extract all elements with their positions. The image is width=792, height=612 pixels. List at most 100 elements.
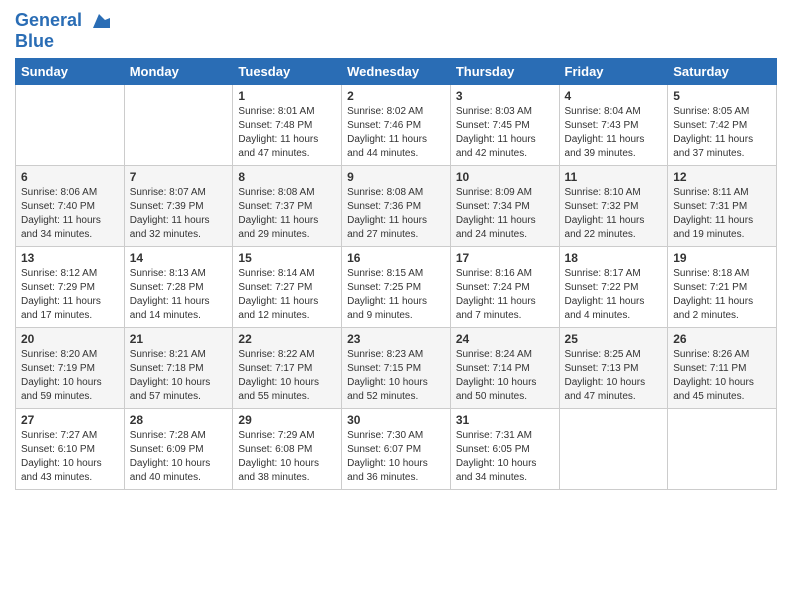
header-row: SundayMondayTuesdayWednesdayThursdayFrid… [16, 58, 777, 84]
day-info: Sunrise: 8:15 AMSunset: 7:25 PMDaylight:… [347, 267, 445, 323]
calendar-cell: 19 Sunrise: 8:18 AMSunset: 7:21 PMDayligh… [668, 246, 777, 327]
day-info: Sunrise: 7:31 AMSunset: 6:05 PMDaylight:… [456, 429, 554, 485]
weekday-header-sunday: Sunday [16, 58, 125, 84]
day-number: 7 [130, 170, 228, 184]
day-number: 18 [565, 251, 663, 265]
weekday-header-wednesday: Wednesday [342, 58, 451, 84]
day-number: 5 [673, 89, 771, 103]
day-number: 19 [673, 251, 771, 265]
logo-text: General [15, 10, 111, 32]
week-row-3: 20Sunrise: 8:20 AMSunset: 7:19 PMDayligh… [16, 327, 777, 408]
day-number: 16 [347, 251, 445, 265]
calendar-body: 1 Sunrise: 8:01 AMSunset: 7:48 PMDaylight… [16, 84, 777, 489]
day-number: 31 [456, 413, 554, 427]
calendar-cell: 11 Sunrise: 8:10 AMSunset: 7:32 PMDayligh… [559, 165, 668, 246]
day-info: Sunrise: 8:14 AMSunset: 7:27 PMDaylight:… [238, 267, 336, 323]
calendar-cell: 30 Sunrise: 7:30 AMSunset: 6:07 PMDayligh… [342, 408, 451, 489]
day-info: Sunrise: 8:13 AMSunset: 7:28 PMDaylight:… [130, 267, 228, 323]
day-number: 29 [238, 413, 336, 427]
calendar-cell [16, 84, 125, 165]
week-row-0: 1 Sunrise: 8:01 AMSunset: 7:48 PMDaylight… [16, 84, 777, 165]
day-number: 14 [130, 251, 228, 265]
weekday-header-tuesday: Tuesday [233, 58, 342, 84]
calendar-cell [559, 408, 668, 489]
weekday-header-thursday: Thursday [450, 58, 559, 84]
logo: General Blue [15, 10, 111, 52]
day-info: Sunrise: 8:02 AMSunset: 7:46 PMDaylight:… [347, 105, 445, 161]
calendar-cell: 9 Sunrise: 8:08 AMSunset: 7:36 PMDaylight… [342, 165, 451, 246]
day-info: Sunrise: 8:12 AMSunset: 7:29 PMDaylight:… [21, 267, 119, 323]
logo-general: General [15, 10, 82, 30]
calendar-cell: 27 Sunrise: 7:27 AMSunset: 6:10 PMDayligh… [16, 408, 125, 489]
calendar-cell: 14 Sunrise: 8:13 AMSunset: 7:28 PMDayligh… [124, 246, 233, 327]
calendar-cell: 7 Sunrise: 8:07 AMSunset: 7:39 PMDaylight… [124, 165, 233, 246]
day-number: 15 [238, 251, 336, 265]
day-info: Sunrise: 8:05 AMSunset: 7:42 PMDaylight:… [673, 105, 771, 161]
day-info: Sunrise: 8:08 AMSunset: 7:36 PMDaylight:… [347, 186, 445, 242]
day-number: 1 [238, 89, 336, 103]
calendar-cell: 17Sunrise: 8:16 AMSunset: 7:24 PMDayligh… [450, 246, 559, 327]
day-number: 25 [565, 332, 663, 346]
day-info: Sunrise: 8:17 AMSunset: 7:22 PMDaylight:… [565, 267, 663, 323]
calendar-cell: 18 Sunrise: 8:17 AMSunset: 7:22 PMDayligh… [559, 246, 668, 327]
weekday-header-saturday: Saturday [668, 58, 777, 84]
day-number: 22 [238, 332, 336, 346]
day-number: 8 [238, 170, 336, 184]
day-info: Sunrise: 8:11 AMSunset: 7:31 PMDaylight:… [673, 186, 771, 242]
day-info: Sunrise: 8:01 AMSunset: 7:48 PMDaylight:… [238, 105, 336, 161]
calendar-cell: 28Sunrise: 7:28 AMSunset: 6:09 PMDayligh… [124, 408, 233, 489]
day-number: 30 [347, 413, 445, 427]
calendar-cell: 4 Sunrise: 8:04 AMSunset: 7:43 PMDaylight… [559, 84, 668, 165]
day-number: 2 [347, 89, 445, 103]
day-info: Sunrise: 7:29 AMSunset: 6:08 PMDaylight:… [238, 429, 336, 485]
day-info: Sunrise: 8:09 AMSunset: 7:34 PMDaylight:… [456, 186, 554, 242]
calendar-cell: 10 Sunrise: 8:09 AMSunset: 7:34 PMDayligh… [450, 165, 559, 246]
calendar-cell: 22 Sunrise: 8:22 AMSunset: 7:17 PMDayligh… [233, 327, 342, 408]
logo-icon [88, 10, 110, 32]
weekday-header-friday: Friday [559, 58, 668, 84]
day-info: Sunrise: 8:24 AMSunset: 7:14 PMDaylight:… [456, 348, 554, 404]
calendar-cell: 21 Sunrise: 8:21 AMSunset: 7:18 PMDayligh… [124, 327, 233, 408]
calendar-cell: 31 Sunrise: 7:31 AMSunset: 6:05 PMDayligh… [450, 408, 559, 489]
day-number: 9 [347, 170, 445, 184]
day-info: Sunrise: 8:18 AMSunset: 7:21 PMDaylight:… [673, 267, 771, 323]
weekday-header-monday: Monday [124, 58, 233, 84]
day-number: 27 [21, 413, 119, 427]
day-number: 11 [565, 170, 663, 184]
day-info: Sunrise: 7:28 AMSunset: 6:09 PMDaylight:… [130, 429, 228, 485]
calendar-cell: 25Sunrise: 8:25 AMSunset: 7:13 PMDayligh… [559, 327, 668, 408]
day-number: 23 [347, 332, 445, 346]
day-info: Sunrise: 8:21 AMSunset: 7:18 PMDaylight:… [130, 348, 228, 404]
day-info: Sunrise: 7:27 AMSunset: 6:10 PMDaylight:… [21, 429, 119, 485]
day-number: 6 [21, 170, 119, 184]
week-row-2: 13 Sunrise: 8:12 AMSunset: 7:29 PMDayligh… [16, 246, 777, 327]
week-row-1: 6Sunrise: 8:06 AMSunset: 7:40 PMDaylight… [16, 165, 777, 246]
calendar-cell: 26 Sunrise: 8:26 AMSunset: 7:11 PMDayligh… [668, 327, 777, 408]
calendar-cell: 29 Sunrise: 7:29 AMSunset: 6:08 PMDayligh… [233, 408, 342, 489]
calendar-cell: 24Sunrise: 8:24 AMSunset: 7:14 PMDayligh… [450, 327, 559, 408]
calendar-cell [668, 408, 777, 489]
week-row-4: 27 Sunrise: 7:27 AMSunset: 6:10 PMDayligh… [16, 408, 777, 489]
day-number: 17 [456, 251, 554, 265]
day-info: Sunrise: 8:04 AMSunset: 7:43 PMDaylight:… [565, 105, 663, 161]
day-info: Sunrise: 8:22 AMSunset: 7:17 PMDaylight:… [238, 348, 336, 404]
day-info: Sunrise: 8:07 AMSunset: 7:39 PMDaylight:… [130, 186, 228, 242]
day-number: 12 [673, 170, 771, 184]
calendar-cell: 3Sunrise: 8:03 AMSunset: 7:45 PMDaylight… [450, 84, 559, 165]
day-number: 26 [673, 332, 771, 346]
day-info: Sunrise: 8:10 AMSunset: 7:32 PMDaylight:… [565, 186, 663, 242]
day-info: Sunrise: 7:30 AMSunset: 6:07 PMDaylight:… [347, 429, 445, 485]
day-number: 4 [565, 89, 663, 103]
day-number: 10 [456, 170, 554, 184]
calendar-cell: 16 Sunrise: 8:15 AMSunset: 7:25 PMDayligh… [342, 246, 451, 327]
day-number: 13 [21, 251, 119, 265]
calendar-cell: 13 Sunrise: 8:12 AMSunset: 7:29 PMDayligh… [16, 246, 125, 327]
day-info: Sunrise: 8:20 AMSunset: 7:19 PMDaylight:… [21, 348, 119, 404]
calendar-cell: 2 Sunrise: 8:02 AMSunset: 7:46 PMDaylight… [342, 84, 451, 165]
day-info: Sunrise: 8:23 AMSunset: 7:15 PMDaylight:… [347, 348, 445, 404]
calendar-cell: 6Sunrise: 8:06 AMSunset: 7:40 PMDaylight… [16, 165, 125, 246]
day-info: Sunrise: 8:26 AMSunset: 7:11 PMDaylight:… [673, 348, 771, 404]
calendar-cell [124, 84, 233, 165]
day-number: 21 [130, 332, 228, 346]
calendar-cell: 12 Sunrise: 8:11 AMSunset: 7:31 PMDayligh… [668, 165, 777, 246]
